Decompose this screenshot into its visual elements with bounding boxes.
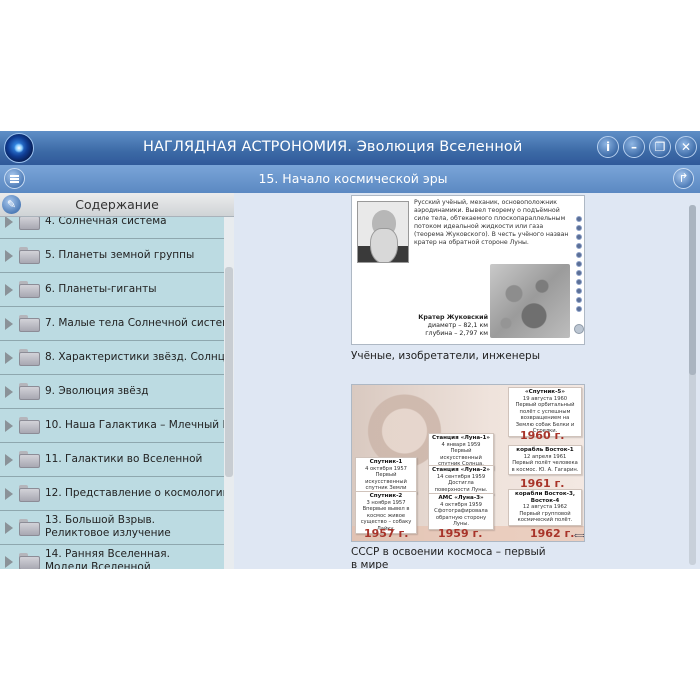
folder-icon <box>19 553 40 569</box>
card-caption[interactable]: Учёные, изобретатели, инженеры <box>351 350 540 363</box>
timeline-event: Станция «Луна-2» 14 сентября 1959 Достиг… <box>428 465 494 495</box>
sidebar-item-label: 5. Планеты земной группы <box>45 249 195 261</box>
sidebar-item-label: 7. Малые тела Солнечной системы <box>45 317 224 329</box>
expand-arrow-icon[interactable] <box>5 488 13 500</box>
content-scrollbar[interactable] <box>689 205 696 565</box>
scientist-bio: Русский учёный, механик, основоположник … <box>414 199 569 246</box>
sidebar-item-11[interactable]: 11. Галактики во Вселенной <box>0 443 224 477</box>
timeline-event: Спутник-1 4 октября 1957 Первый искусств… <box>355 457 417 494</box>
timeline-event: корабли Восток-3, Восток-4 12 августа 19… <box>508 489 582 526</box>
expand-arrow-icon[interactable] <box>5 386 13 398</box>
sidebar-item-label: 10. Наша Галактика – Млечный Путь <box>45 419 224 431</box>
timeline-event: АМС «Луна-3» 4 октября 1959 Сфотографиро… <box>428 493 494 530</box>
sidebar-scrollbar[interactable] <box>224 217 234 569</box>
contents-sidebar: ✎ Содержание 4. Солнечная система 5. Пла… <box>0 193 234 569</box>
sidebar-item-label: 8. Характеристики звёзд. Солнце <box>45 351 224 363</box>
expand-arrow-icon[interactable] <box>5 318 13 330</box>
scientist-portrait <box>357 201 409 263</box>
sidebar-item-label: 12. Представление о космологии <box>45 487 224 499</box>
crater-title: Кратер Жуковский <box>418 314 488 321</box>
card-caption[interactable]: СССР в освоении космоса – первый в мире <box>351 546 551 569</box>
expand-arrow-icon[interactable] <box>5 352 13 364</box>
folder-icon <box>19 247 40 264</box>
year-label: 1961 г. <box>520 477 565 490</box>
folder-icon <box>19 217 40 230</box>
sidebar-item-5[interactable]: 5. Планеты земной группы <box>0 239 224 273</box>
expand-arrow-icon[interactable] <box>5 556 13 568</box>
folder-icon <box>19 519 40 536</box>
app-logo <box>4 133 34 163</box>
folder-icon <box>19 485 40 502</box>
title-bar: НАГЛЯДНАЯ АСТРОНОМИЯ. Эволюция Вселенной… <box>0 131 700 165</box>
scientists-card[interactable]: Русский учёный, механик, основоположник … <box>351 195 585 345</box>
year-label: 1962 г. <box>530 527 575 540</box>
minimize-button[interactable]: – <box>623 136 645 158</box>
window-title: НАГЛЯДНАЯ АСТРОНОМИЯ. Эволюция Вселенной <box>143 139 523 155</box>
folder-icon <box>19 417 40 434</box>
crater-depth: глубина – 2,797 км <box>425 330 488 337</box>
folder-icon <box>19 451 40 468</box>
next-section-button[interactable]: ↱ <box>673 168 694 189</box>
content-area: Русский учёный, механик, основоположник … <box>235 193 700 569</box>
sidebar-item-7[interactable]: 7. Малые тела Солнечной системы <box>0 307 224 341</box>
year-label: 1960 г. <box>520 429 565 442</box>
expand-arrow-icon[interactable] <box>5 250 13 262</box>
sidebar-item-label: 4. Солнечная система <box>45 217 167 227</box>
expand-arrow-icon[interactable] <box>5 454 13 466</box>
sidebar-item-9[interactable]: 9. Эволюция звёзд <box>0 375 224 409</box>
folder-icon <box>19 349 40 366</box>
restore-button[interactable]: ❐ <box>649 136 671 158</box>
sidebar-item-14[interactable]: 14. Ранняя Вселенная. Модели Вселенной <box>0 545 224 569</box>
crater-photo <box>490 264 570 338</box>
content-scroll-thumb[interactable] <box>689 205 696 375</box>
sidebar-item-label: 9. Эволюция звёзд <box>45 385 149 397</box>
sidebar-header: ✎ Содержание <box>0 193 234 217</box>
expand-arrow-icon[interactable] <box>5 284 13 296</box>
sidebar-item-13[interactable]: 13. Большой Взрыв. Реликтовое излучение <box>0 511 224 545</box>
sidebar-item-4[interactable]: 4. Солнечная система <box>0 217 224 239</box>
sidebar-item-10[interactable]: 10. Наша Галактика – Млечный Путь <box>0 409 224 443</box>
app-window: НАГЛЯДНАЯ АСТРОНОМИЯ. Эволюция Вселенной… <box>0 131 700 569</box>
expand-arrow-icon[interactable] <box>5 420 13 432</box>
page-dots[interactable] <box>575 216 583 315</box>
sidebar-item-6[interactable]: 6. Планеты-гиганты <box>0 273 224 307</box>
expand-arrow-icon[interactable] <box>5 217 13 228</box>
crater-caption: Кратер Жуковский диаметр – 82,1 км глуби… <box>412 314 488 338</box>
card-scroll-button[interactable] <box>574 324 584 334</box>
section-bar: 15. Начало космической эры ↱ <box>0 165 700 193</box>
folder-icon <box>19 315 40 332</box>
sidebar-item-label: 13. Большой Взрыв. Реликтовое излучение <box>45 514 171 539</box>
folder-icon <box>19 281 40 298</box>
contents-list: 4. Солнечная система 5. Планеты земной г… <box>0 217 224 569</box>
ussr-space-card[interactable]: Спутник-1 4 октября 1957 Первый искусств… <box>351 384 585 542</box>
sidebar-item-8[interactable]: 8. Характеристики звёзд. Солнце <box>0 341 224 375</box>
folder-icon <box>19 383 40 400</box>
year-label: 1957 г. <box>364 527 409 540</box>
sidebar-scroll-thumb[interactable] <box>225 267 233 477</box>
year-label: 1959 г. <box>438 527 483 540</box>
sidebar-item-12[interactable]: 12. Представление о космологии <box>0 477 224 511</box>
sidebar-item-label: 11. Галактики во Вселенной <box>45 453 203 465</box>
section-heading: 15. Начало космической эры <box>258 171 448 186</box>
expand-arrow-icon[interactable] <box>5 522 13 534</box>
sidebar-item-label: 6. Планеты-гиганты <box>45 283 157 295</box>
expand-icon[interactable]: ⟺ <box>574 531 584 540</box>
close-button[interactable]: ✕ <box>675 136 697 158</box>
sidebar-item-label: 14. Ранняя Вселенная. Модели Вселенной <box>45 548 170 569</box>
timeline-event: корабль Восток-1 12 апреля 1961 Первый п… <box>508 445 582 475</box>
help-button[interactable]: i <box>597 136 619 158</box>
crater-diameter: диаметр – 82,1 км <box>427 322 488 329</box>
sidebar-title: Содержание <box>75 197 159 212</box>
